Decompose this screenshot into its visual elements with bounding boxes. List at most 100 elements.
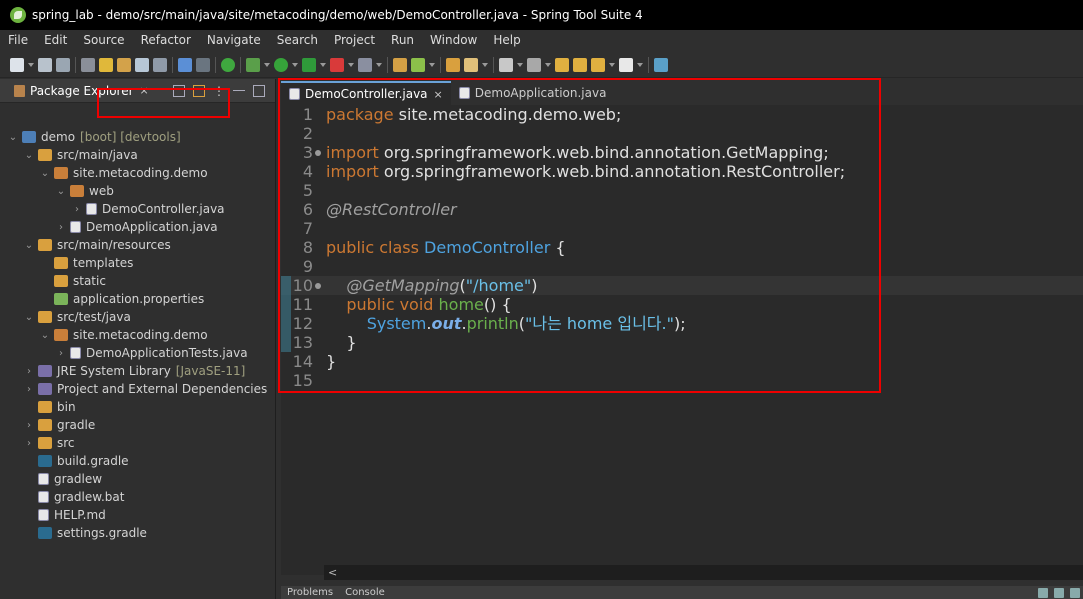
chevron-right-icon[interactable]: › (24, 420, 34, 431)
forward-dropdown-icon[interactable] (637, 62, 643, 67)
stop-dropdown-icon[interactable] (348, 62, 354, 67)
tree-item[interactable]: build.gradle (24, 452, 129, 470)
code-line[interactable]: 10 @GetMapping("/home") (281, 276, 1083, 295)
menu-navigate[interactable]: Navigate (199, 33, 269, 47)
code-line[interactable]: 14} (281, 352, 1083, 371)
chevron-down-icon[interactable]: ⌄ (40, 330, 50, 341)
skip-breakpoints-icon[interactable] (196, 57, 210, 72)
link-with-editor-icon[interactable] (193, 84, 205, 97)
tree-item[interactable]: ⌄ src/test/java (24, 308, 131, 326)
save-all-icon[interactable] (56, 57, 70, 72)
perspective-icon[interactable] (654, 57, 668, 72)
tree-item[interactable]: ⌄ site.metacoding.demo (40, 326, 208, 344)
chevron-right-icon[interactable]: › (56, 222, 66, 233)
scroll-left-icon[interactable]: < (328, 566, 337, 579)
fold-icon[interactable] (315, 283, 321, 289)
chevron-down-icon[interactable]: ⌄ (24, 240, 34, 251)
new-class-dropdown-icon[interactable] (429, 62, 435, 67)
tree-item[interactable]: gradlew.bat (24, 488, 124, 506)
menu-refactor[interactable]: Refactor (133, 33, 199, 47)
stop-icon[interactable] (330, 57, 344, 72)
coverage-dropdown-icon[interactable] (320, 62, 326, 67)
tab-package-explorer[interactable]: Package Explorer × (8, 79, 155, 103)
menu-source[interactable]: Source (75, 33, 132, 47)
tree-item[interactable]: ⌄ src/main/resources (24, 236, 171, 254)
chevron-right-icon[interactable]: › (24, 366, 34, 377)
tree-item[interactable]: ⌄ src/main/java (24, 146, 138, 164)
view-menu-icon[interactable]: ⋮ (213, 84, 225, 98)
tab-console[interactable]: Console (339, 587, 391, 598)
fold-icon[interactable] (315, 150, 321, 156)
tree-item[interactable]: gradlew (24, 470, 102, 488)
tree-item[interactable]: › DemoController.java (72, 200, 225, 218)
tree-item[interactable]: application.properties (40, 290, 204, 308)
debug-icon[interactable] (246, 57, 260, 72)
code-line[interactable]: 11 public void home() { (281, 295, 1083, 314)
last-edit-location-icon[interactable] (555, 57, 569, 72)
tab-demo-controller[interactable]: DemoController.java × (281, 81, 451, 105)
menu-run[interactable]: Run (383, 33, 422, 47)
tree-item[interactable]: bin (24, 398, 76, 416)
code-line[interactable]: 12 System.out.println("나는 home 입니다."); (281, 314, 1083, 333)
maximize-icon[interactable] (253, 84, 265, 97)
tree-item[interactable]: › JRE System Library [JavaSE-11] (24, 362, 245, 380)
external-tools-icon[interactable] (358, 57, 372, 72)
external-tools-dropdown-icon[interactable] (376, 62, 382, 67)
tab-demo-application[interactable]: DemoApplication.java (451, 81, 615, 105)
chevron-down-icon[interactable]: ⌄ (8, 132, 18, 143)
save-icon[interactable] (38, 57, 52, 72)
code-line[interactable]: 6 @RestController (281, 200, 1083, 219)
code-line[interactable]: 4 import org.springframework.web.bind.ann… (281, 162, 1083, 181)
forward-arrow-icon[interactable] (619, 57, 633, 72)
next-annotation-icon[interactable] (499, 57, 513, 72)
tree-item[interactable]: › DemoApplicationTests.java (56, 344, 248, 362)
code-line[interactable]: 5 (281, 181, 1083, 200)
coverage-icon[interactable] (302, 57, 316, 72)
toggle-mark-icon[interactable] (99, 57, 113, 72)
console-icon[interactable] (178, 57, 192, 72)
chevron-right-icon[interactable]: › (72, 204, 82, 215)
menu-project[interactable]: Project (326, 33, 383, 47)
tree-item[interactable]: HELP.md (24, 506, 106, 524)
menu-window[interactable]: Window (422, 33, 485, 47)
back-arrow-icon[interactable] (591, 57, 605, 72)
menu-search[interactable]: Search (269, 33, 326, 47)
menu-file[interactable]: File (0, 33, 36, 47)
open-folder-icon[interactable] (446, 57, 460, 72)
new-class-icon[interactable] (411, 57, 425, 72)
chevron-right-icon[interactable]: › (24, 384, 34, 395)
scroll-lock-icon[interactable] (1070, 587, 1080, 598)
menu-edit[interactable]: Edit (36, 33, 75, 47)
code-line[interactable]: 13 } (281, 333, 1083, 352)
minimize-icon[interactable] (233, 89, 245, 92)
chevron-right-icon[interactable]: › (24, 438, 34, 449)
new-java-project-icon[interactable] (393, 57, 407, 72)
previous-annotation-icon[interactable] (527, 57, 541, 72)
previous-annotation-dropdown-icon[interactable] (545, 62, 551, 67)
run-icon[interactable] (274, 57, 288, 72)
chevron-down-icon[interactable]: ⌄ (24, 312, 34, 323)
next-annotation-dropdown-icon[interactable] (517, 62, 523, 67)
tree-item[interactable]: ⌄ site.metacoding.demo (40, 164, 208, 182)
tab-problems[interactable]: Problems (281, 587, 339, 598)
code-line[interactable]: 3 import org.springframework.web.bind.ann… (281, 143, 1083, 162)
new-dropdown-icon[interactable] (28, 62, 34, 67)
code-line[interactable]: 7 (281, 219, 1083, 238)
tree-item[interactable]: ⌄ web (56, 182, 114, 200)
remove-launch-icon[interactable] (1054, 587, 1064, 598)
tree-item[interactable]: ⌄ demo [boot] [devtools] (8, 128, 181, 146)
new-icon[interactable] (10, 57, 24, 72)
chevron-down-icon[interactable]: ⌄ (56, 186, 66, 197)
close-icon[interactable]: × (434, 88, 443, 101)
code-line[interactable]: 8 public class DemoController { (281, 238, 1083, 257)
chevron-down-icon[interactable]: ⌄ (40, 168, 50, 179)
clear-console-icon[interactable] (1038, 587, 1048, 598)
code-line[interactable]: 1 package site.metacoding.demo.web; (281, 105, 1083, 124)
boot-dashboard-icon[interactable] (221, 57, 235, 72)
tree-item[interactable]: settings.gradle (24, 524, 147, 542)
close-icon[interactable]: × (140, 84, 149, 97)
tree-item[interactable]: templates (40, 254, 133, 272)
code-line[interactable]: 9 (281, 257, 1083, 276)
menu-help[interactable]: Help (485, 33, 528, 47)
open-type-icon[interactable] (81, 57, 95, 72)
